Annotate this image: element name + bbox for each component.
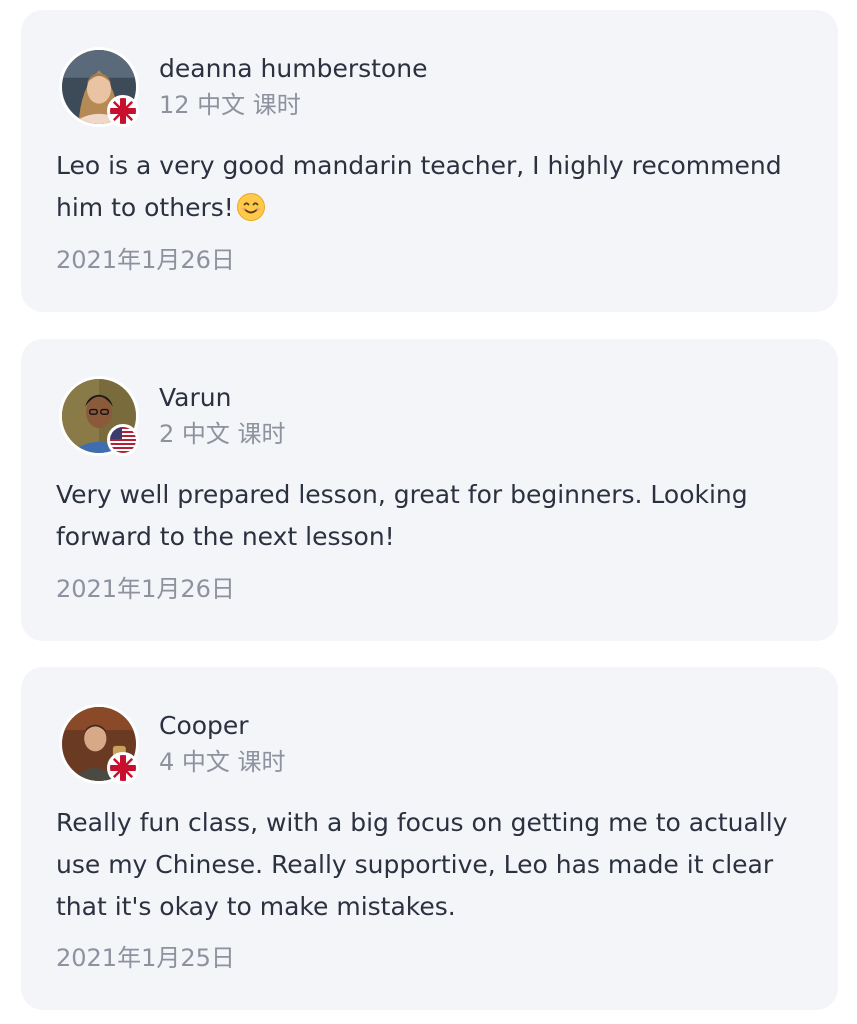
reviewer-name: Cooper bbox=[159, 711, 249, 740]
reviewer-avatar-container[interactable] bbox=[59, 47, 139, 127]
review-card: Varun 2 中文 课时 Very well prepared lesson,… bbox=[21, 339, 838, 641]
review-comment: Very well prepared lesson, great for beg… bbox=[56, 480, 748, 551]
reviewer-name: deanna humberstone bbox=[159, 54, 428, 83]
reviewer-avatar-container[interactable] bbox=[59, 376, 139, 456]
reviewer-avatar-container[interactable] bbox=[59, 704, 139, 784]
review-comment: Really fun class, with a big focus on ge… bbox=[56, 808, 788, 921]
review-comment-text: Leo is a very good mandarin teacher, I h… bbox=[56, 151, 782, 222]
review-list: deanna humberstone 12 中文 课时 Leo is a ver… bbox=[0, 0, 857, 1024]
us-flag-icon bbox=[107, 424, 139, 456]
review-date: 2021年1月26日 bbox=[56, 575, 235, 603]
review-comment: Leo is a very good mandarin teacher, I h… bbox=[56, 145, 801, 229]
lesson-count: 4 中文 课时 bbox=[159, 748, 286, 776]
review-date: 2021年1月25日 bbox=[56, 944, 235, 972]
lesson-count: 12 中文 课时 bbox=[159, 91, 301, 119]
lesson-count: 2 中文 课时 bbox=[159, 420, 286, 448]
review-date: 2021年1月26日 bbox=[56, 246, 235, 274]
review-card: Cooper 4 中文 课时 Really fun class, with a … bbox=[21, 667, 838, 1010]
review-card: deanna humberstone 12 中文 课时 Leo is a ver… bbox=[21, 10, 838, 312]
reviewer-name: Varun bbox=[159, 383, 232, 412]
smiling-face-emoji-icon bbox=[236, 192, 266, 222]
uk-flag-icon bbox=[107, 95, 139, 127]
uk-flag-icon bbox=[107, 752, 139, 784]
